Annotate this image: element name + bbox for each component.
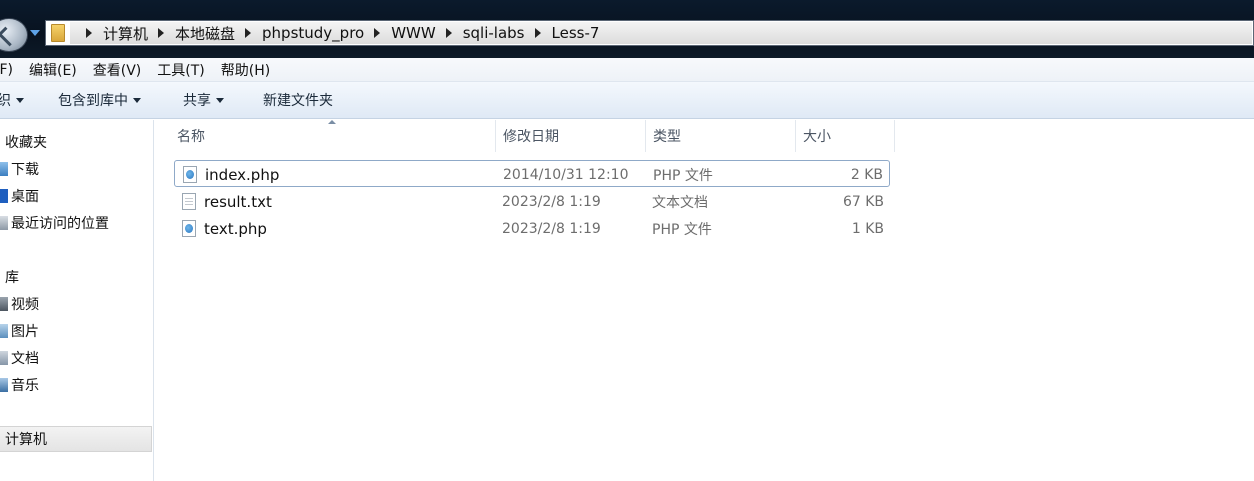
column-header-type[interactable]: 类型 — [653, 120, 796, 152]
address-bar[interactable]: 计算机 本地磁盘 phpstudy_pro WWW sqli-labs Less… — [45, 20, 1254, 46]
chevron-right-icon[interactable] — [445, 28, 452, 38]
title-bar: 计算机 本地磁盘 phpstudy_pro WWW sqli-labs Less… — [0, 0, 1254, 58]
file-name-cell: text.php — [182, 215, 267, 242]
sidebar-item-music[interactable]: 音乐 — [0, 374, 39, 396]
file-name: index.php — [205, 165, 280, 184]
table-row[interactable]: text.php 2023/2/8 1:19 PHP 文件 1 KB — [174, 215, 890, 242]
share-label: 共享 — [183, 93, 211, 109]
recent-places-icon — [0, 216, 8, 230]
file-size: 67 KB — [842, 193, 884, 210]
file-name-cell: result.txt — [182, 188, 272, 215]
chevron-right-icon[interactable] — [534, 28, 541, 38]
column-header-size[interactable]: 大小 — [803, 120, 895, 152]
sidebar-item-recent-places[interactable]: 最近访问的位置 — [0, 212, 109, 234]
breadcrumb-item[interactable]: phpstudy_pro — [262, 24, 364, 42]
breadcrumb-item[interactable]: sqli-labs — [463, 24, 525, 42]
sidebar-header-favorites[interactable]: 收藏夹 — [5, 131, 47, 153]
documents-icon — [0, 351, 8, 365]
command-toolbar: 织 包含到库中 共享 新建文件夹 — [0, 82, 1254, 119]
organize-button[interactable]: 织 — [0, 90, 24, 110]
file-date: 2023/2/8 1:19 — [502, 193, 601, 210]
file-date: 2014/10/31 12:10 — [503, 166, 629, 183]
file-name-cell: index.php — [183, 161, 279, 188]
breadcrumb-item[interactable]: 计算机 — [103, 23, 148, 44]
downloads-icon — [0, 162, 8, 176]
table-row[interactable]: index.php 2014/10/31 12:10 PHP 文件 2 KB — [174, 160, 890, 187]
desktop-icon — [0, 189, 8, 203]
column-header-date[interactable]: 修改日期 — [503, 120, 646, 152]
file-type: PHP 文件 — [652, 221, 712, 238]
sidebar-item-documents[interactable]: 文档 — [0, 347, 39, 369]
navigation-pane: 收藏夹 下载 桌面 最近访问的位置 库 视频 图片 文档 音乐 计算机 — [0, 120, 154, 481]
breadcrumb: 计算机 本地磁盘 phpstudy_pro WWW sqli-labs Less… — [76, 21, 599, 45]
recent-pages-dropdown-icon[interactable] — [30, 30, 40, 36]
chevron-right-icon[interactable] — [374, 28, 381, 38]
file-name: result.txt — [204, 192, 272, 211]
chevron-down-icon — [133, 97, 141, 103]
file-name: text.php — [204, 219, 267, 238]
folder-icon — [51, 24, 65, 42]
include-in-library-label: 包含到库中 — [58, 93, 128, 109]
sidebar-item-videos[interactable]: 视频 — [0, 293, 39, 315]
chevron-down-icon — [16, 97, 24, 103]
sidebar-item-label: 下载 — [11, 162, 39, 178]
breadcrumb-item[interactable]: WWW — [391, 24, 436, 42]
sidebar-item-desktop[interactable]: 桌面 — [0, 185, 39, 207]
menu-help[interactable]: 帮助(H) — [213, 60, 278, 80]
chevron-right-icon[interactable] — [245, 28, 252, 38]
sidebar-header-libraries[interactable]: 库 — [5, 266, 19, 288]
include-in-library-button[interactable]: 包含到库中 — [58, 90, 141, 110]
sidebar-item-label: 视频 — [11, 297, 39, 313]
table-row[interactable]: result.txt 2023/2/8 1:19 文本文档 67 KB — [174, 188, 890, 215]
text-file-icon — [182, 193, 196, 210]
menu-bar: (F) 编辑(E) 查看(V) 工具(T) 帮助(H) — [0, 58, 1254, 82]
php-file-icon — [182, 220, 196, 237]
music-icon — [0, 378, 8, 392]
file-type: 文本文档 — [652, 194, 708, 211]
chevron-down-icon — [216, 97, 224, 103]
column-header-name[interactable]: 名称 — [177, 120, 496, 152]
menu-tools[interactable]: 工具(T) — [149, 60, 212, 80]
file-date: 2023/2/8 1:19 — [502, 220, 601, 237]
pictures-icon — [0, 324, 8, 338]
sidebar-item-label: 音乐 — [11, 378, 39, 394]
menu-file[interactable]: (F) — [0, 62, 21, 78]
organize-label: 织 — [0, 93, 11, 109]
breadcrumb-item[interactable]: 本地磁盘 — [175, 23, 235, 44]
menu-edit[interactable]: 编辑(E) — [21, 60, 85, 80]
sidebar-item-label: 最近访问的位置 — [11, 216, 109, 232]
new-folder-button[interactable]: 新建文件夹 — [263, 90, 333, 110]
file-type: PHP 文件 — [653, 167, 713, 184]
breadcrumb-item[interactable]: Less-7 — [552, 24, 600, 42]
sidebar-item-label: 文档 — [11, 351, 39, 367]
chevron-right-icon[interactable] — [86, 28, 92, 38]
menu-view[interactable]: 查看(V) — [85, 60, 150, 80]
php-file-icon — [183, 166, 197, 183]
file-size: 2 KB — [850, 166, 883, 183]
file-size: 1 KB — [851, 220, 884, 237]
share-button[interactable]: 共享 — [183, 90, 224, 110]
file-list: 名称 修改日期 类型 大小 index.php 2014/10/31 12:10… — [155, 120, 1254, 481]
sidebar-item-label: 图片 — [11, 324, 39, 340]
sidebar-item-label: 桌面 — [11, 189, 39, 205]
back-button[interactable] — [0, 18, 28, 52]
sidebar-item-pictures[interactable]: 图片 — [0, 320, 39, 342]
sidebar-item-computer[interactable]: 计算机 — [5, 428, 47, 450]
chevron-right-icon[interactable] — [158, 28, 165, 38]
videos-icon — [0, 297, 8, 311]
sidebar-item-downloads[interactable]: 下载 — [0, 158, 39, 180]
